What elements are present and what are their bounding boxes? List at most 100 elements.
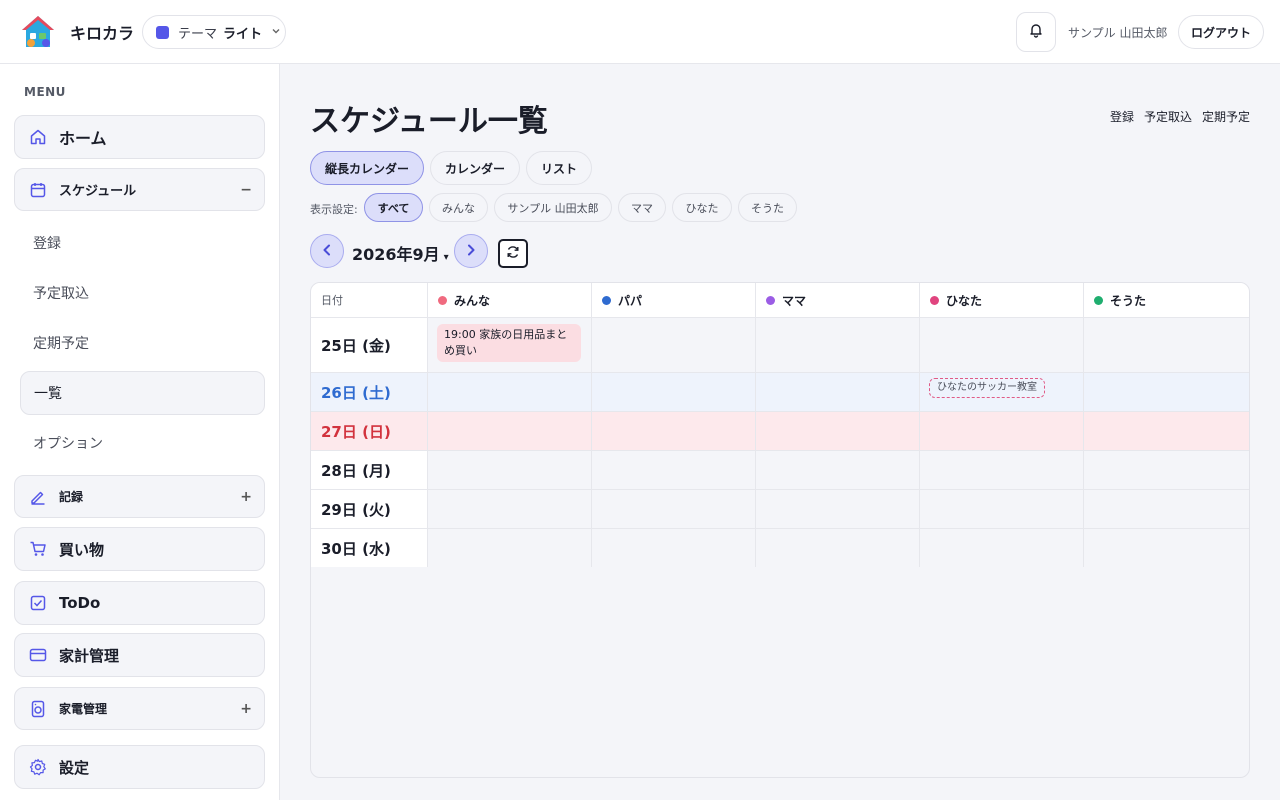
calendar-cell[interactable] xyxy=(756,373,920,411)
calendar-cell[interactable] xyxy=(920,412,1084,450)
calendar-cell[interactable] xyxy=(1084,373,1249,411)
event-card[interactable]: 19:00 家族の日用品まとめ買い xyxy=(437,324,581,362)
tab-calendar[interactable]: カレンダー xyxy=(430,151,520,185)
calendar-cell[interactable] xyxy=(592,373,756,411)
tab-list[interactable]: リスト xyxy=(526,151,592,185)
calendar-cell[interactable] xyxy=(756,412,920,450)
recurring-link[interactable]: 定期予定 xyxy=(1202,108,1250,125)
member-color-dot xyxy=(930,295,939,305)
calendar-cell[interactable] xyxy=(428,529,592,567)
theme-value: ライト xyxy=(223,26,263,42)
sidebar-item-record[interactable]: 記録 + xyxy=(14,475,265,518)
tab-vertical-calendar[interactable]: 縦長カレンダー xyxy=(310,151,424,185)
member-color-dot xyxy=(1094,295,1103,305)
calendar-day-row: 26日 (土) ひなたのサッカー教室 xyxy=(311,373,1249,412)
sidebar-item-settings[interactable]: 設定 xyxy=(14,745,265,789)
sidebar-subitem-recurring[interactable]: 定期予定 xyxy=(33,333,89,353)
member-column-header: ママ xyxy=(756,283,920,317)
filter-chip-hinata[interactable]: ひなた xyxy=(672,193,732,222)
sidebar-item-todo[interactable]: ToDo xyxy=(14,581,265,625)
sidebar-subitem-import[interactable]: 予定取込 xyxy=(33,283,89,303)
calendar-cell[interactable] xyxy=(592,490,756,528)
sidebar-item-label: スケジュール xyxy=(59,184,137,199)
gear-icon xyxy=(29,758,47,776)
expand-toggle[interactable]: + xyxy=(240,701,252,717)
calendar-cell[interactable]: 19:00 家族の日用品まとめ買い xyxy=(428,318,592,372)
calendar-grid: 日付 みんな パパ ママ ひなた そうた 25日 (金) 19:00 家族の日用… xyxy=(311,283,1249,567)
calendar-cell[interactable] xyxy=(428,451,592,489)
calendar-cell[interactable] xyxy=(592,451,756,489)
filter-chip-user[interactable]: サンプル 山田太郎 xyxy=(494,193,612,222)
register-link[interactable]: 登録 xyxy=(1110,108,1134,125)
calendar-cell[interactable] xyxy=(920,451,1084,489)
filter-chip-mama[interactable]: ママ xyxy=(618,193,666,222)
sidebar-subitem-list[interactable]: 一覧 xyxy=(20,371,265,415)
month-selector[interactable]: 2026年9月 ▾ xyxy=(352,241,449,265)
theme-selector[interactable]: テーマ ライト xyxy=(142,15,286,49)
sidebar-item-label: 設定 xyxy=(59,758,90,777)
collapse-toggle[interactable]: − xyxy=(240,182,252,198)
calendar-cell[interactable] xyxy=(756,529,920,567)
filter-label: 表示設定: xyxy=(310,203,358,216)
event-card[interactable]: ひなたのサッカー教室 xyxy=(929,378,1045,398)
calendar-day-row: 25日 (金) 19:00 家族の日用品まとめ買い xyxy=(311,318,1249,373)
chevron-down-icon xyxy=(271,26,281,39)
filter-chip-all[interactable]: すべて xyxy=(364,193,423,222)
calendar-cell[interactable] xyxy=(1084,451,1249,489)
calendar-cell[interactable] xyxy=(592,529,756,567)
refresh-button[interactable] xyxy=(498,239,528,268)
calendar-header-row: 日付 みんな パパ ママ ひなた そうた xyxy=(311,283,1249,318)
member-color-dot xyxy=(602,295,611,305)
import-link[interactable]: 予定取込 xyxy=(1144,108,1192,125)
notification-button[interactable] xyxy=(1016,12,1056,52)
appliance-icon xyxy=(29,700,47,718)
calendar-cell[interactable] xyxy=(920,529,1084,567)
calendar-cell[interactable] xyxy=(920,318,1084,372)
prev-month-button[interactable] xyxy=(310,234,344,268)
calendar-cell[interactable] xyxy=(428,412,592,450)
calendar-cell[interactable] xyxy=(756,318,920,372)
sidebar-item-budget[interactable]: 家計管理 xyxy=(14,633,265,677)
day-label: 28日 (月) xyxy=(311,451,428,489)
refresh-icon xyxy=(505,244,521,264)
next-month-button[interactable] xyxy=(454,234,488,268)
calendar-cell[interactable]: ひなたのサッカー教室 xyxy=(920,373,1084,411)
calendar-cell[interactable] xyxy=(592,318,756,372)
app-name: キロカラ xyxy=(70,24,135,43)
calendar-cell[interactable] xyxy=(1084,318,1249,372)
calendar-day-row: 30日 (水) xyxy=(311,529,1249,567)
calendar-cell[interactable] xyxy=(756,451,920,489)
sidebar-item-label: ToDo xyxy=(59,594,101,612)
sidebar-subitem-options[interactable]: オプション xyxy=(33,433,103,453)
sidebar-subitem-register[interactable]: 登録 xyxy=(33,233,61,253)
sidebar-item-home[interactable]: ホーム xyxy=(14,115,265,159)
filter-chip-souta[interactable]: そうた xyxy=(738,193,797,222)
member-column-header: パパ xyxy=(592,283,756,317)
calendar-cell[interactable] xyxy=(1084,529,1249,567)
chevron-left-icon xyxy=(320,242,334,261)
calendar-cell[interactable] xyxy=(1084,490,1249,528)
day-label: 30日 (水) xyxy=(311,529,428,567)
filter-chip-everyone[interactable]: みんな xyxy=(429,193,488,222)
calendar-cell[interactable] xyxy=(428,373,592,411)
calendar-cell[interactable] xyxy=(756,490,920,528)
calendar-cell[interactable] xyxy=(920,490,1084,528)
calendar-cell[interactable] xyxy=(1084,412,1249,450)
sidebar-item-appliance[interactable]: 家電管理 + xyxy=(14,687,265,730)
home-icon xyxy=(29,128,47,146)
chevron-right-icon xyxy=(464,242,478,261)
calendar-cell[interactable] xyxy=(592,412,756,450)
calendar-day-row: 28日 (月) xyxy=(311,451,1249,490)
expand-toggle[interactable]: + xyxy=(240,489,252,505)
app-logo-icon[interactable] xyxy=(19,13,57,51)
logout-button[interactable]: ログアウト xyxy=(1178,15,1264,49)
member-name: ひなた xyxy=(946,293,983,308)
calendar-cell[interactable] xyxy=(428,490,592,528)
sidebar-item-schedule[interactable]: スケジュール − xyxy=(14,168,265,211)
sidebar-item-shopping[interactable]: 買い物 xyxy=(14,527,265,571)
app-header: キロカラ テーマ ライト サンプル 山田太郎 ログアウト xyxy=(0,0,1280,64)
member-name: ママ xyxy=(782,293,807,308)
month-label: 2026年9月 xyxy=(352,245,440,264)
calendar-day-row: 27日 (日) xyxy=(311,412,1249,451)
member-color-dot xyxy=(766,295,775,305)
